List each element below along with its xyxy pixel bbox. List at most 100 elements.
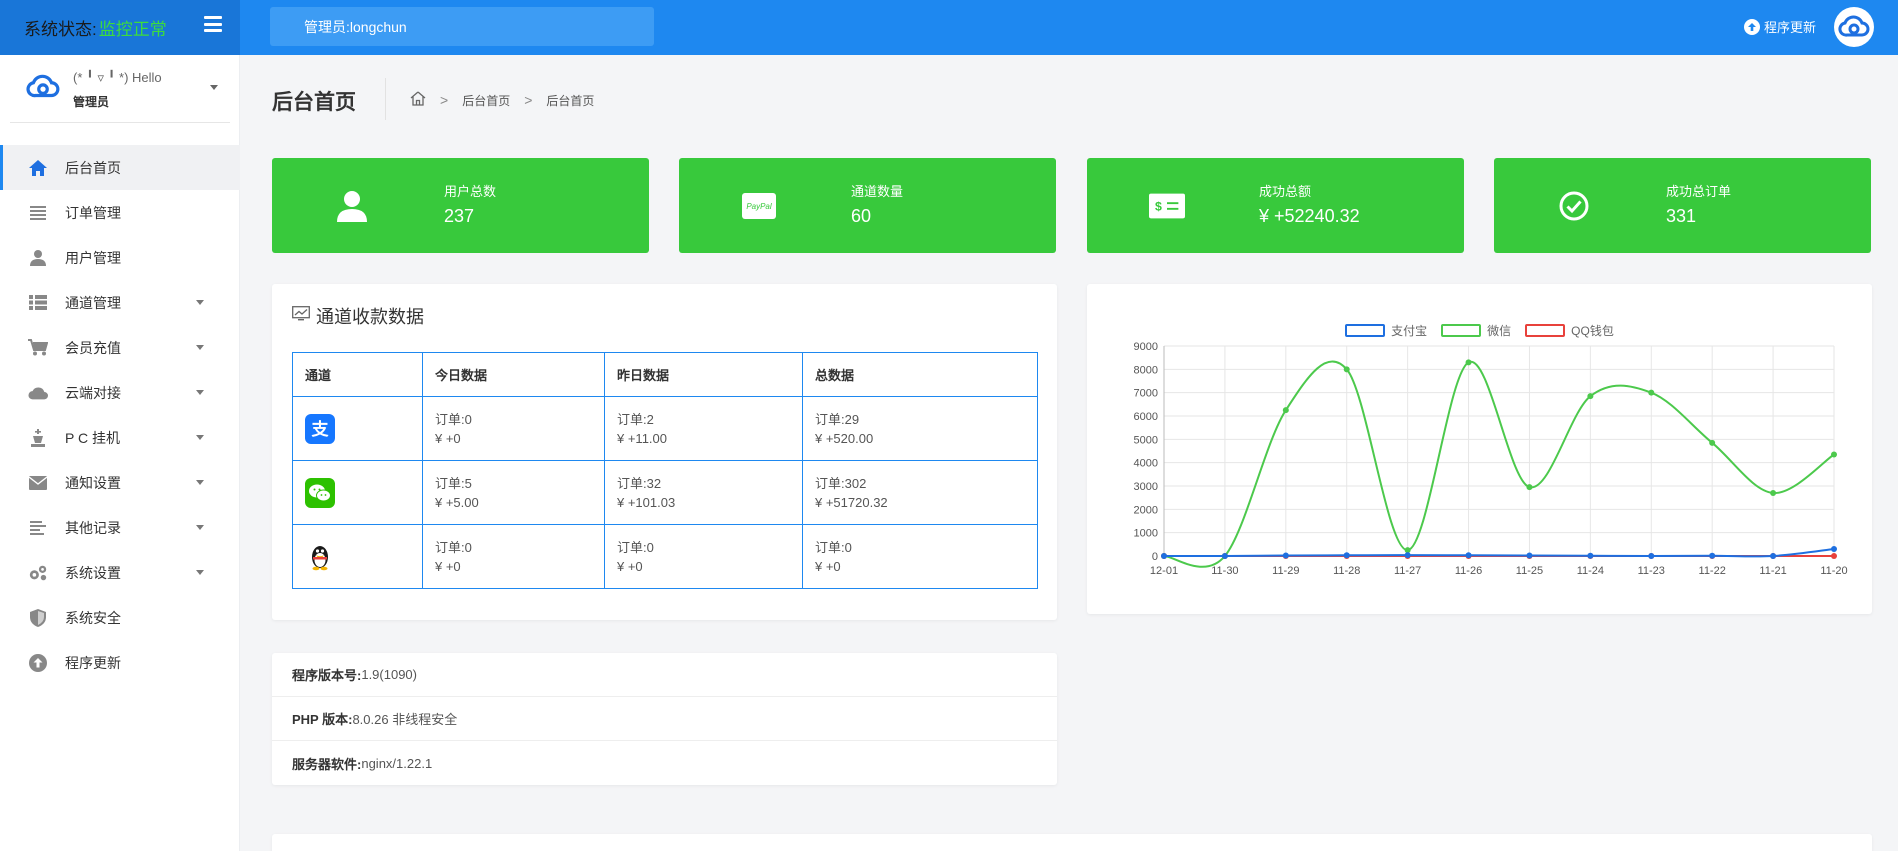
sidebar-item-settings[interactable]: 系统设置 xyxy=(0,550,240,595)
data-point xyxy=(1282,407,1289,414)
data-point xyxy=(1770,490,1777,496)
data-point xyxy=(1648,389,1655,396)
chevron-down-icon[interactable] xyxy=(210,85,218,90)
order-count: 订单:32 xyxy=(617,475,662,491)
data-point xyxy=(1526,552,1533,559)
arrow-up-circle-icon xyxy=(1744,18,1760,35)
table-header-row: 通道 今日数据 昨日数据 总数据 xyxy=(292,352,1038,397)
cart-icon xyxy=(28,338,48,358)
data-point xyxy=(1831,451,1837,458)
order-count: 订单:0 xyxy=(435,539,472,555)
stat-card-users[interactable]: 用户总数 237 xyxy=(272,158,649,253)
sidebar-item-notify[interactable]: 通知设置 xyxy=(0,460,240,505)
data-point xyxy=(1343,552,1350,559)
data-point xyxy=(1282,552,1289,559)
info-value: 1.9(1090) xyxy=(361,667,417,682)
y-tick-label: 3000 xyxy=(1134,481,1158,493)
sidebar-item-label: 其他记录 xyxy=(65,519,121,536)
user-icon xyxy=(334,188,370,224)
amount: ¥ +0 xyxy=(815,558,841,574)
today-cell: 订单:0 ¥ +0 xyxy=(422,396,605,461)
sidebar-item-records[interactable]: 其他记录 xyxy=(0,505,240,550)
sidebar-item-security[interactable]: 系统安全 xyxy=(0,595,240,640)
sidebar-item-pc[interactable]: P C 挂机 xyxy=(0,415,240,460)
chevron-down-icon xyxy=(196,390,204,395)
sidebar-item-users[interactable]: 用户管理 xyxy=(0,235,240,280)
money-bill-icon: $ xyxy=(1149,188,1185,224)
info-row-server: 服务器软件: nginx/1.22.1 xyxy=(272,741,1057,785)
today-cell: 订单:0 ¥ +0 xyxy=(422,524,605,589)
home-icon[interactable] xyxy=(410,91,426,109)
status-label: 系统状态: xyxy=(24,20,97,39)
x-tick-label: 11-29 xyxy=(1272,565,1299,577)
sidebar-item-update[interactable]: 程序更新 xyxy=(0,640,240,685)
avatar[interactable] xyxy=(1834,7,1874,47)
home-icon xyxy=(28,158,48,178)
series-line xyxy=(1163,548,1835,558)
y-tick-label: 2000 xyxy=(1134,504,1158,516)
channel-cell: 支 xyxy=(292,396,423,461)
y-tick-label: 4000 xyxy=(1134,458,1158,470)
amount: ¥ +51720.32 xyxy=(815,494,888,510)
channel-cell xyxy=(292,524,423,589)
sidebar-item-channels[interactable]: 通道管理 xyxy=(0,280,240,325)
amount: ¥ +0 xyxy=(435,430,461,446)
envelope-icon xyxy=(28,473,48,493)
user-panel[interactable]: (* ╹ ▿ ╹ *) Hello 管理员 xyxy=(10,55,230,123)
data-point xyxy=(1709,552,1716,559)
sidebar-item-cloud[interactable]: 云端对接 xyxy=(0,370,240,415)
data-point xyxy=(1831,546,1837,552)
info-label: PHP 版本: xyxy=(292,712,353,727)
data-point xyxy=(1221,553,1228,559)
data-point xyxy=(1526,484,1533,491)
sidebar-item-label: 程序更新 xyxy=(65,654,121,671)
column-header: 总数据 xyxy=(802,352,1038,397)
wechat-icon xyxy=(305,477,335,508)
breadcrumb-item[interactable]: 后台首页 xyxy=(462,92,510,109)
update-link[interactable]: 程序更新 xyxy=(1744,17,1816,36)
sidebar-item-home[interactable]: 后台首页 xyxy=(0,145,240,190)
x-tick-label: 11-25 xyxy=(1516,565,1543,577)
info-row-version: 程序版本号: 1.9(1090) xyxy=(272,653,1057,697)
sidebar-item-orders[interactable]: 订单管理 xyxy=(0,190,240,235)
info-label: 程序版本号: xyxy=(292,668,362,683)
line-chart: 0 1000 2000 3000 4000 5000 6000 7000 8000 9000 12-… xyxy=(1134,341,1848,577)
sidebar-item-label: 系统设置 xyxy=(65,564,121,581)
chevron-down-icon xyxy=(196,570,204,575)
chart-panel: 支付宝 微信 QQ钱包 0 1000 2000 3000 4000 5000 6000 700… xyxy=(1087,284,1872,614)
total-cell: 订单:302 ¥ +51720.32 xyxy=(802,460,1038,525)
stat-card-amount[interactable]: $ 成功总额 ¥ +52240.32 xyxy=(1087,158,1464,253)
menu-toggle-icon[interactable] xyxy=(204,16,222,32)
chevron-down-icon xyxy=(196,345,204,350)
sidebar-item-label: 订单管理 xyxy=(65,204,121,221)
stat-label: 通道数量 xyxy=(851,184,904,199)
channel-table: 通道 今日数据 昨日数据 总数据 支 订单:0 ¥ +0 订单:2 ¥ +11.00… xyxy=(292,352,1038,589)
data-point xyxy=(1404,552,1411,559)
sidebar-item-label: 通知设置 xyxy=(65,474,121,491)
info-value: nginx/1.22.1 xyxy=(361,755,433,771)
chevron-right-icon: > xyxy=(524,92,533,108)
column-header: 通道 xyxy=(292,352,423,397)
amount: ¥ +5.00 xyxy=(435,494,479,510)
y-tick-label: 0 xyxy=(1152,551,1158,563)
table-row: 订单:0 ¥ +0 订单:0 ¥ +0 订单:0 ¥ +0 xyxy=(292,524,1038,589)
stat-card-channels[interactable]: PayPal 通道数量 60 xyxy=(679,158,1056,253)
sidebar-item-recharge[interactable]: 会员充值 xyxy=(0,325,240,370)
x-tick-label: 11-28 xyxy=(1333,565,1360,577)
qq-penguin-icon xyxy=(305,542,335,572)
paypal-card-icon: PayPal xyxy=(741,188,777,224)
chevron-down-icon xyxy=(196,435,204,440)
y-tick-label: 9000 xyxy=(1134,341,1158,353)
stat-card-orders[interactable]: 成功总订单 331 xyxy=(1494,158,1871,253)
channel-cell xyxy=(292,460,423,525)
amount: ¥ +11.00 xyxy=(617,430,668,446)
chevron-right-icon: > xyxy=(440,92,449,108)
update-label: 程序更新 xyxy=(1764,20,1817,35)
info-label: 服务器软件: xyxy=(292,756,362,772)
order-count: 订单:0 xyxy=(815,539,852,555)
x-tick-label: 11-22 xyxy=(1699,565,1726,577)
divider xyxy=(385,78,386,120)
x-tick-label: 11-23 xyxy=(1638,565,1665,577)
sidebar-item-label: 用户管理 xyxy=(65,249,121,266)
order-count: 订单:2 xyxy=(617,411,654,427)
